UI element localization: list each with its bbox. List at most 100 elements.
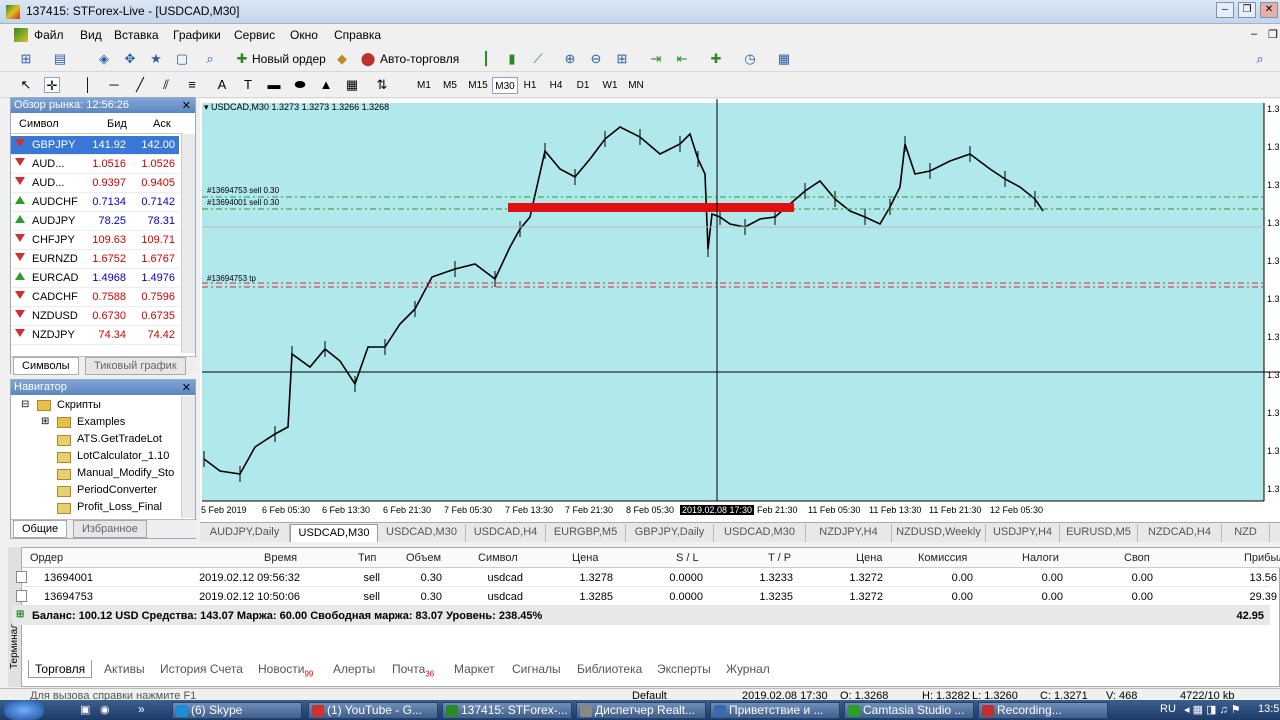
collapse-icon[interactable]: ⊟: [21, 399, 29, 410]
channel-icon[interactable]: ⫽: [158, 77, 174, 93]
market-watch-row[interactable]: EURCAD 1.4968 1.4976: [11, 269, 179, 288]
tab-tick-chart[interactable]: Тиковый график: [85, 357, 186, 375]
terminal-tab[interactable]: Торговля: [28, 660, 93, 678]
chart-tab[interactable]: NZDCAD,H4: [1138, 524, 1222, 542]
grid-icon[interactable]: ▦: [344, 77, 360, 93]
terminal-col-header[interactable]: Время: [264, 552, 297, 564]
market-watch-icon[interactable]: ◈: [96, 51, 112, 67]
terminal-col-header[interactable]: Объем: [406, 552, 441, 564]
chart-tab[interactable]: NZDUSD,Weekly: [892, 524, 986, 542]
menu-file[interactable]: Файл: [34, 28, 64, 42]
terminal-tab[interactable]: Журнал: [726, 660, 770, 678]
vertical-line-icon[interactable]: │: [80, 77, 96, 93]
terminal-tab[interactable]: История Счета: [160, 660, 243, 678]
nav-scripts[interactable]: Скрипты: [57, 399, 101, 411]
menu-window[interactable]: Окно: [290, 28, 318, 42]
cursor-icon[interactable]: ↖: [18, 77, 34, 93]
tf-m5[interactable]: M5: [438, 77, 462, 94]
terminal-tab[interactable]: Новости99: [258, 660, 313, 678]
navigator-scrollbar[interactable]: [181, 396, 195, 518]
show-desktop-icon[interactable]: ▣: [80, 703, 90, 716]
auto-trading-button[interactable]: Авто-торговля: [380, 52, 459, 66]
market-watch-row[interactable]: AUDCHF 0.7134 0.7142: [11, 193, 179, 212]
ellipse-icon[interactable]: ⬬: [292, 77, 308, 93]
order-row[interactable]: 13694001 2019.02.12 09:56:32 sell 0.30 usdca…: [12, 568, 1277, 587]
terminal-col-header[interactable]: Своп: [1124, 552, 1150, 564]
expand-icon[interactable]: ⊞: [41, 416, 49, 427]
terminal-icon[interactable]: ▢: [174, 51, 190, 67]
market-watch-row[interactable]: AUD... 0.9397 0.9405: [11, 174, 179, 193]
terminal-col-header[interactable]: Налоги: [1022, 552, 1059, 564]
nav-script-item[interactable]: LotCalculator_1.10: [77, 450, 169, 462]
terminal-tab[interactable]: Почта36: [392, 660, 434, 678]
zoom-out-icon[interactable]: ⊖: [588, 51, 604, 67]
chart-tab[interactable]: USDJPY,H4: [986, 524, 1060, 542]
maximize-button[interactable]: ❐: [1238, 2, 1256, 18]
tf-d1[interactable]: D1: [571, 77, 595, 94]
chart-tab[interactable]: EURGBP,M5: [546, 524, 626, 542]
terminal-col-header[interactable]: Прибыль: [1244, 552, 1280, 564]
tf-m30[interactable]: M30: [492, 77, 518, 94]
tile-windows-icon[interactable]: ⊞: [614, 51, 630, 67]
order-rectangle[interactable]: [508, 203, 794, 212]
taskbar-item[interactable]: 137415: STForex-...: [442, 702, 572, 719]
chart-tab[interactable]: USDCAD,M30: [714, 524, 806, 542]
chart-tab[interactable]: NZDJPY,H4: [806, 524, 892, 542]
minimize-button[interactable]: –: [1216, 2, 1234, 18]
chart-tab[interactable]: GBPJPY,Daily: [626, 524, 714, 542]
text-label-icon[interactable]: T: [240, 77, 256, 93]
data-window-icon[interactable]: ✥: [122, 51, 138, 67]
rectangle-icon[interactable]: ▬: [266, 77, 282, 93]
start-button[interactable]: [4, 700, 44, 720]
menu-view[interactable]: Вид: [80, 28, 102, 42]
tab-symbols[interactable]: Символы: [13, 357, 79, 375]
nav-script-item[interactable]: PeriodConverter: [77, 484, 157, 496]
chrome-icon[interactable]: ◉: [100, 703, 110, 716]
terminal-col-header[interactable]: Цена: [572, 552, 598, 564]
terminal-tab[interactable]: Библиотека: [577, 660, 642, 678]
price-chart[interactable]: [200, 99, 1280, 522]
chart-tab[interactable]: EURUSD,M5: [1060, 524, 1138, 542]
menu-insert[interactable]: Вставка: [114, 28, 159, 42]
profiles-icon[interactable]: ▤: [52, 51, 68, 67]
nav-script-item[interactable]: Manual_Modify_Sto: [77, 467, 174, 479]
market-watch-row[interactable]: NZDJPY 74.34 74.42: [11, 326, 179, 345]
col-ask[interactable]: Аск: [153, 118, 171, 130]
new-chart-icon[interactable]: ⊞: [18, 51, 34, 67]
fibonacci-icon[interactable]: ≡: [184, 77, 200, 93]
menu-help[interactable]: Справка: [334, 28, 381, 42]
taskbar-item[interactable]: Camtasia Studio ...: [844, 702, 974, 719]
terminal-tab[interactable]: Активы: [104, 660, 145, 678]
market-watch-row[interactable]: AUDJPY 78.25 78.31: [11, 212, 179, 231]
terminal-tab[interactable]: Сигналы: [512, 660, 561, 678]
chart-shift-icon[interactable]: ⇤: [674, 51, 690, 67]
market-watch-row[interactable]: AUD... 1.0516 1.0526: [11, 155, 179, 174]
tf-w1[interactable]: W1: [598, 77, 622, 94]
order-row[interactable]: 13694753 2019.02.12 10:50:06 sell 0.30 usdca…: [12, 587, 1277, 606]
tf-h4[interactable]: H4: [544, 77, 568, 94]
taskbar-item[interactable]: Recording...: [978, 702, 1108, 719]
search-icon[interactable]: ⌕: [1252, 51, 1268, 67]
nav-script-item[interactable]: ATS.GetTradeLot: [77, 433, 162, 445]
candle-chart-icon[interactable]: ▮: [504, 51, 520, 67]
chart-tab[interactable]: USDCAD,M30: [378, 524, 466, 542]
tf-m15[interactable]: M15: [464, 77, 492, 94]
market-watch-row[interactable]: CHFJPY 109.63 109.71: [11, 231, 179, 250]
terminal-col-header[interactable]: S / L: [676, 552, 699, 564]
new-order-button[interactable]: Новый ордер: [252, 52, 326, 66]
scroll-chart-icon[interactable]: ⇥: [648, 51, 664, 67]
chart-menu-icon[interactable]: ▾: [204, 102, 211, 112]
terminal-col-header[interactable]: Тип: [358, 552, 376, 564]
market-watch-scrollbar[interactable]: [181, 134, 195, 353]
indicators-icon[interactable]: ✚: [708, 51, 724, 67]
quicklaunch-more-icon[interactable]: »: [138, 702, 145, 716]
templates-icon[interactable]: ▦: [776, 51, 792, 67]
navigator-close-icon[interactable]: ✕: [182, 381, 191, 394]
tester-icon[interactable]: ⌕: [202, 51, 218, 67]
close-button[interactable]: ✕: [1260, 2, 1278, 18]
menu-charts[interactable]: Графики: [173, 28, 221, 42]
terminal-col-header[interactable]: Комиссия: [918, 552, 967, 564]
navigator-icon[interactable]: ★: [148, 51, 164, 67]
bar-chart-icon[interactable]: ┃: [478, 51, 494, 67]
chart-tab[interactable]: USDCAD,M30: [290, 524, 378, 542]
